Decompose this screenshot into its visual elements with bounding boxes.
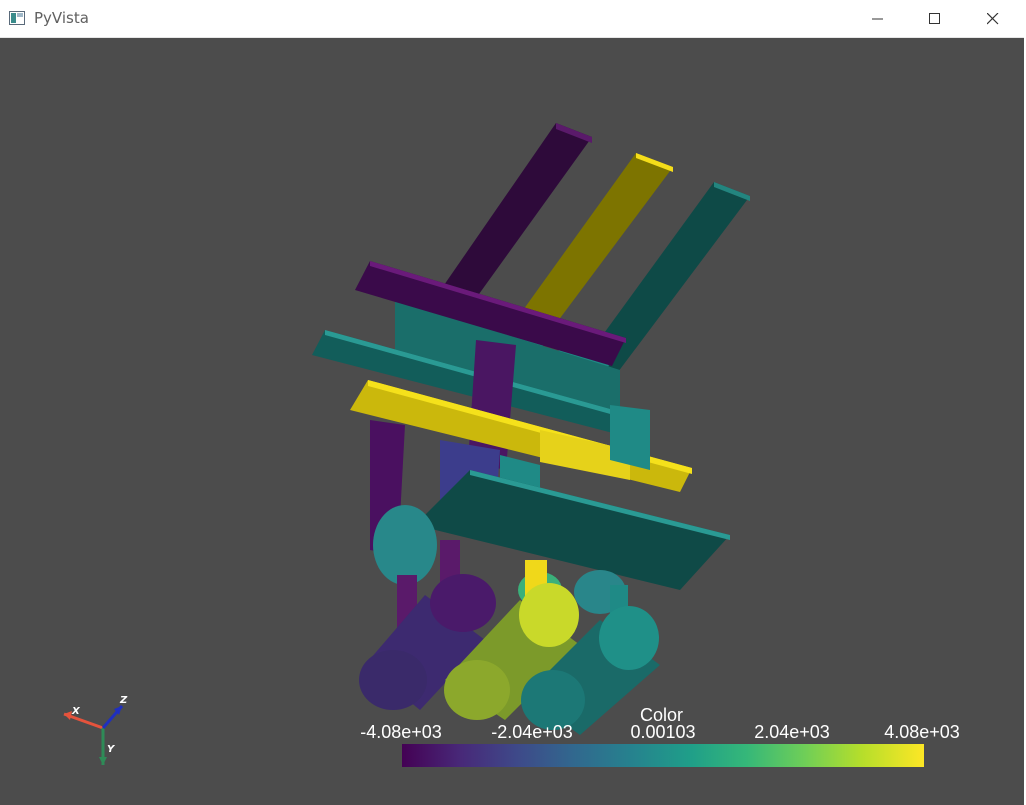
close-button[interactable] [970, 0, 1016, 37]
title-bar[interactable]: PyVista [0, 0, 1024, 38]
close-icon [987, 13, 999, 25]
maximize-icon [929, 13, 940, 24]
3d-mesh-scene[interactable]: X Y Z [0, 38, 1024, 805]
axis-x-label: X [71, 706, 81, 717]
pyvista-window: PyVista X Y Z Color -4.08e+03 -2.04e+03 … [0, 0, 1026, 805]
axis-z-label: Z [119, 695, 128, 706]
render-viewport[interactable]: X Y Z [0, 38, 1024, 805]
window-title: PyVista [34, 9, 89, 27]
pyvista-window-icon [9, 11, 25, 25]
scalar-bar-tick: 4.08e+03 [884, 722, 960, 742]
drum-teal-1 [373, 505, 437, 585]
scalar-bar-tick: 0.00103 [630, 722, 696, 742]
scalar-bar-gradient [402, 744, 924, 767]
scalar-bar-tick: 2.04e+03 [754, 722, 830, 742]
minimize-button[interactable] [855, 0, 901, 37]
plate-teal [415, 470, 730, 590]
orientation-axes-widget: X Y Z [63, 695, 128, 765]
minimize-icon [872, 18, 883, 20]
maximize-button[interactable] [912, 0, 958, 37]
scalar-bar-tick: -2.04e+03 [491, 722, 573, 742]
axis-y-label: Y [107, 744, 116, 755]
scalar-bar-tick: -4.08e+03 [360, 722, 442, 742]
